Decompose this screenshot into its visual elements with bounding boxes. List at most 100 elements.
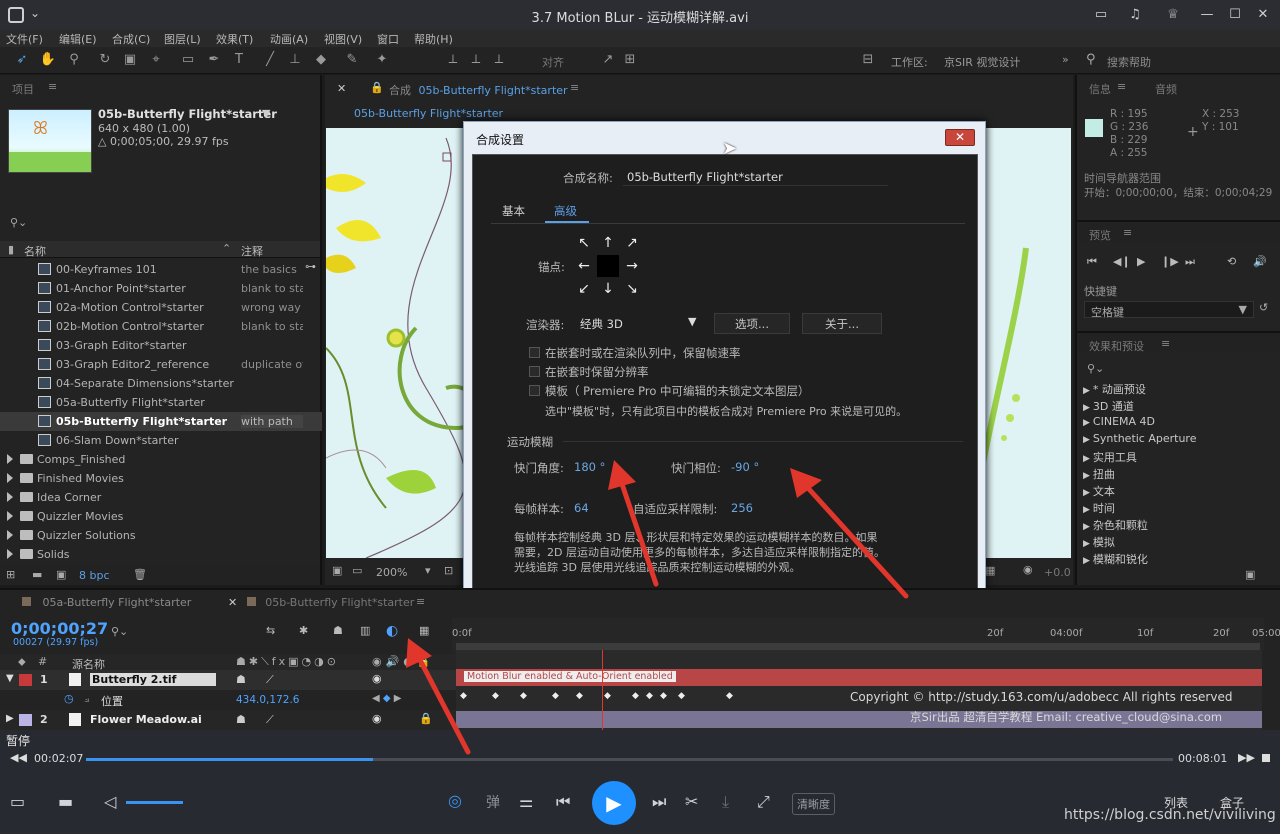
col-label-icon[interactable]: ▮	[8, 243, 14, 256]
audio-tab[interactable]: 音频	[1155, 81, 1177, 97]
project-item[interactable]: 02a-Motion Control*starter wrong way	[0, 298, 322, 317]
next-icon[interactable]: ⏭	[652, 792, 666, 812]
info-tab[interactable]: 信息	[1089, 81, 1111, 97]
folder-icon[interactable]: ▬	[58, 792, 73, 811]
trash-icon[interactable]: 🗑	[133, 568, 147, 581]
template-checkbox[interactable]	[529, 385, 540, 396]
scissors-icon[interactable]: ✂	[685, 792, 698, 811]
bell-icon[interactable]: ♫	[1126, 6, 1144, 24]
last-frame-icon[interactable]: ⏭	[1185, 255, 1195, 269]
axis-local-icon[interactable]: ⟂	[443, 51, 463, 69]
menu-layer[interactable]: 图层(L)	[164, 31, 201, 47]
expand-icon[interactable]	[7, 530, 13, 540]
about-button[interactable]: 关于...	[802, 313, 882, 334]
type-tool-icon[interactable]: T	[229, 51, 249, 69]
effects-category[interactable]: ▶ 时间	[1083, 500, 1115, 516]
menu-composition[interactable]: 合成(C)	[112, 31, 150, 47]
align-label[interactable]: 对齐	[542, 54, 564, 70]
fullscreen-icon[interactable]: ⤢	[757, 792, 770, 812]
keyframe-icon[interactable]: ◆	[492, 691, 499, 701]
danmu-button[interactable]: 弹	[486, 792, 500, 812]
new-folder-icon[interactable]: ▬	[32, 568, 42, 581]
options-button[interactable]: 选项...	[714, 313, 790, 334]
current-timecode[interactable]: 0;00;00;27	[11, 619, 108, 638]
draft-3d-icon[interactable]: ✱	[299, 624, 308, 637]
anchor-bottom-icon[interactable]: ↓	[599, 281, 617, 297]
project-folder[interactable]: Quizzler Solutions	[0, 526, 322, 545]
settings-sliders-icon[interactable]: ⚌	[519, 792, 533, 811]
expand-icon[interactable]	[7, 549, 13, 559]
keyframe-icon[interactable]: ◆	[520, 691, 527, 701]
tab-advanced[interactable]: 高级	[554, 203, 577, 219]
anchor-top-right-icon[interactable]: ↗	[623, 235, 641, 251]
keyframe-icon[interactable]: ◆	[726, 691, 733, 701]
effects-category[interactable]: ▶ * 动画预设	[1083, 381, 1146, 397]
interpret-icon[interactable]: ⊞	[6, 568, 15, 581]
shy-switch-icon[interactable]: ☗	[236, 673, 246, 686]
exposure-icon[interactable]: ◉	[1023, 563, 1033, 576]
volume-slider[interactable]	[126, 801, 183, 804]
project-search-icon[interactable]: ⚲⌄	[10, 216, 27, 229]
effects-category[interactable]: ▶ 扭曲	[1083, 466, 1115, 482]
menu-effect[interactable]: 效果(T)	[216, 31, 253, 47]
property-value[interactable]: 434.0,172.6	[236, 694, 299, 706]
anchor-top-left-icon[interactable]: ↖	[575, 235, 593, 251]
volume-icon[interactable]: 🔊	[1253, 255, 1267, 268]
shutter-angle-value[interactable]: 180 °	[574, 460, 605, 474]
download-icon[interactable]: ⤓	[722, 792, 729, 812]
camera-tool-icon[interactable]: ▣	[120, 51, 140, 69]
effects-footer-icon[interactable]: ▣	[1245, 568, 1255, 581]
timeline-scroll-right[interactable]	[1262, 650, 1280, 730]
project-folder[interactable]: Quizzler Movies	[0, 507, 322, 526]
anchor-right-icon[interactable]: →	[623, 258, 641, 274]
monitor-icon[interactable]: ▭	[352, 564, 362, 577]
prev-frame-icon[interactable]: ◀❙	[1113, 255, 1131, 268]
brush-tool-icon[interactable]: ╱	[260, 51, 280, 69]
menu-view[interactable]: 视图(V)	[324, 31, 362, 47]
shy-switch-icon[interactable]: ☗	[236, 713, 246, 726]
shutter-phase-value[interactable]: -90 °	[731, 460, 759, 474]
axis-world-icon[interactable]: ⟂	[466, 51, 486, 69]
lock-switch-icon[interactable]: 🔒	[419, 712, 433, 725]
keyframe-icon[interactable]: ◆	[646, 691, 653, 701]
col-name[interactable]: 名称	[24, 243, 46, 259]
anchor-left-icon[interactable]: ←	[575, 258, 593, 274]
keyframe-nav-icon[interactable]: ◀ ◆ ▶	[372, 693, 401, 704]
play-button[interactable]: ▶	[592, 781, 636, 825]
quality-switch-icon[interactable]: ⟋	[266, 713, 274, 727]
tab-basic[interactable]: 基本	[502, 203, 525, 219]
project-item[interactable]: 02b-Motion Control*starter blank to sta	[0, 317, 322, 336]
project-item[interactable]: 01-Anchor Point*starter blank to sta	[0, 279, 322, 298]
effects-category[interactable]: ▶ 3D 通道	[1083, 398, 1134, 414]
chat-icon[interactable]: ▭	[1092, 6, 1110, 24]
zoom-dropdown-icon[interactable]: ▾	[425, 564, 431, 577]
effects-menu-icon[interactable]: ≡	[1161, 337, 1170, 350]
effects-search-icon[interactable]: ⚲⌄	[1087, 362, 1104, 375]
anchor-center[interactable]	[597, 255, 619, 277]
new-comp-icon[interactable]: ▣	[56, 568, 66, 581]
workspace-menu-icon[interactable]: »	[1062, 53, 1069, 66]
selection-tool-icon[interactable]: ➶	[12, 51, 32, 69]
next-frame-icon[interactable]: ❙▶	[1161, 255, 1179, 268]
expand-icon[interactable]	[7, 511, 13, 521]
menu-animation[interactable]: 动画(A)	[270, 31, 308, 47]
open-folder-icon[interactable]: ▭	[10, 792, 25, 811]
anchor-top-icon[interactable]: ↑	[599, 235, 617, 251]
help-search-input[interactable]: 搜索帮助	[1107, 54, 1151, 70]
timeline-menu-icon[interactable]: ≡	[416, 595, 425, 608]
zoom-tool-icon[interactable]: ⚲	[64, 51, 84, 69]
layer-name[interactable]: Butterfly 2.tif	[90, 673, 217, 686]
anchor-bottom-left-icon[interactable]: ↙	[575, 281, 593, 297]
preserve-resolution-checkbox[interactable]	[529, 366, 540, 377]
samples-value[interactable]: 64	[574, 501, 589, 515]
reset-icon[interactable]: ↺	[1259, 301, 1268, 314]
expand-icon[interactable]	[7, 492, 13, 502]
maximize-icon[interactable]: ☐	[1226, 6, 1244, 24]
project-folder[interactable]: Comps_Finished	[0, 450, 322, 469]
snapshot-icon[interactable]: ▣	[332, 564, 342, 577]
exposure-value[interactable]: +0.0	[1044, 566, 1071, 579]
twirl-icon[interactable]: ▼	[6, 673, 14, 684]
effects-category[interactable]: ▶ 实用工具	[1083, 449, 1137, 465]
menu-help[interactable]: 帮助(H)	[414, 31, 453, 47]
rectangle-tool-icon[interactable]: ▭	[178, 51, 198, 69]
